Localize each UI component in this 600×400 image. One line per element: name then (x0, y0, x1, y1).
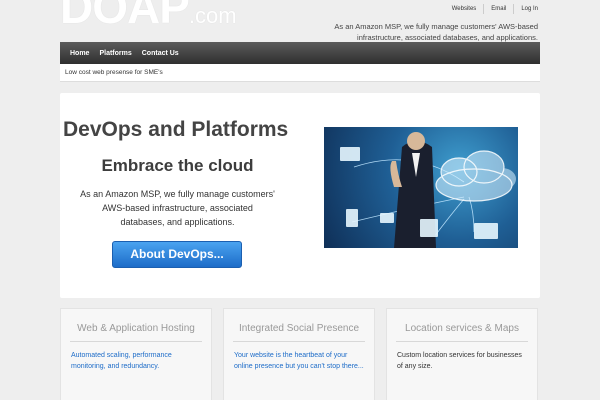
top-links: Websites Email Log In (445, 4, 540, 14)
header-tagline: As an Amazon MSP, we fully manage custom… (334, 22, 538, 42)
about-devops-button[interactable]: About DevOps... (112, 241, 242, 268)
brand-logo[interactable]: DOAP.com (60, 0, 237, 30)
feature-title: Integrated Social Presence (238, 323, 360, 334)
cloud-illustration (340, 132, 516, 248)
feature-body: Custom location services for businesses … (397, 352, 522, 370)
login-link[interactable]: Log In (513, 4, 540, 14)
subbar-text: Low cost web presense for SME's (60, 64, 540, 82)
feature-card-social: Integrated Social Presence Your website … (223, 308, 375, 400)
feature-title: Web & Application Hosting (77, 323, 195, 334)
brand-suffix: .com (188, 3, 237, 28)
feature-body[interactable]: Your website is the heartbeat of your on… (224, 342, 374, 372)
hero-title: DevOps and Platforms (63, 118, 289, 141)
nav-item-home[interactable]: Home (65, 50, 94, 57)
main-nav: Home Platforms Contact Us (60, 42, 540, 64)
nav-item-platforms[interactable]: Platforms (94, 50, 136, 57)
hero-text: As an Amazon MSP, we fully manage custom… (80, 189, 275, 227)
email-link[interactable]: Email (483, 4, 513, 14)
nav-item-contact[interactable]: Contact Us (137, 50, 184, 57)
websites-link[interactable]: Websites (445, 4, 484, 14)
feature-body[interactable]: Automated scaling, performance monitorin… (61, 342, 211, 372)
cloud-computing-image (324, 127, 518, 248)
feature-card-location: Location services & Maps Custom location… (386, 308, 538, 400)
hero-panel: DevOps and Platforms Embrace the cloud A… (60, 93, 540, 298)
feature-title: Location services & Maps (405, 323, 519, 334)
hero-subtitle: Embrace the cloud (101, 156, 254, 175)
brand-name: DOAP (60, 0, 190, 33)
feature-card-hosting: Web & Application Hosting Automated scal… (60, 308, 212, 400)
